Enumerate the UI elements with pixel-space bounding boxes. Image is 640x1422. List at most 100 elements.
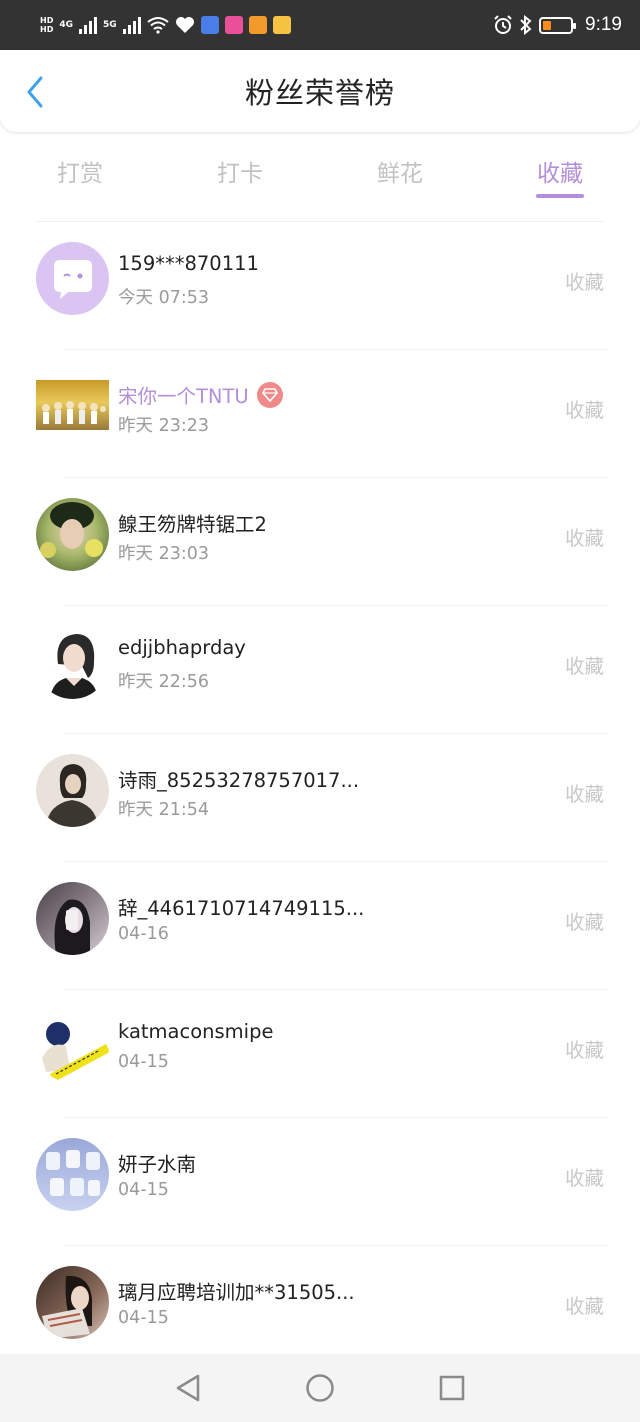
list-item[interactable]: edjjbhaprday 昨天 22:56 收藏: [0, 606, 640, 734]
user-name: 宋你一个TNTU: [118, 385, 249, 408]
health-heart-icon: [175, 17, 194, 33]
user-photo-image: [40, 502, 103, 558]
list-item[interactable]: 妍子水南 04-15 收藏: [0, 1118, 640, 1246]
battery-icon: [539, 16, 577, 34]
tab-bar: 打赏 打卡 鲜花 收藏: [0, 140, 640, 220]
nav-home-button[interactable]: [302, 1370, 338, 1406]
avatar[interactable]: [36, 242, 109, 315]
music-app-icon: [200, 16, 219, 34]
timestamp: 04-15: [118, 1180, 169, 1200]
tab-label: 打卡: [217, 161, 263, 187]
avatar[interactable]: [36, 626, 109, 699]
square-recent-icon: [439, 1375, 465, 1401]
tab-checkin[interactable]: 打卡: [160, 140, 320, 220]
user-name: 辞_4461710714749115...: [118, 897, 365, 920]
wifi-icon: [147, 17, 169, 34]
weibo-app-icon: [272, 16, 291, 34]
triangle-back-icon: [176, 1374, 200, 1402]
user-name: katmaconsmipe: [118, 1020, 274, 1043]
user-name: 妍子水南: [118, 1153, 197, 1176]
user-name-line: edjjbhaprday: [118, 636, 246, 659]
network-4g-label: 4G: [59, 20, 73, 30]
avatar[interactable]: [36, 1138, 109, 1211]
user-name-line: katmaconsmipe: [118, 1020, 273, 1043]
favorite-label: 收藏: [564, 527, 604, 550]
timestamp: 昨天 23:23: [118, 416, 209, 436]
timestamp: 04-15: [118, 1052, 169, 1072]
default-chat-avatar-icon: [54, 260, 92, 299]
user-name: 159***870111: [118, 252, 259, 275]
user-name-line: 159***870111: [118, 252, 259, 275]
timestamp: 今天 07:53: [118, 288, 209, 308]
fan-list: 159***870111 今天 07:53 收藏 宋你一个TNTU 昨天 23:…: [0, 222, 640, 1374]
nav-back-button[interactable]: [170, 1370, 206, 1406]
chevron-left-icon: [27, 76, 43, 108]
tab-favorites[interactable]: 收藏: [480, 140, 640, 220]
status-time: 9:19: [585, 14, 622, 35]
tab-tip[interactable]: 打赏: [0, 140, 160, 220]
user-name-line: 鳈王笏牌特锯工2: [118, 508, 267, 537]
avatar[interactable]: [36, 1266, 109, 1339]
favorite-label: 收藏: [564, 1167, 604, 1190]
tab-label: 打赏: [57, 161, 103, 187]
circle-home-icon: [306, 1374, 334, 1402]
list-item[interactable]: 辞_4461710714749115... 04-16 收藏: [0, 862, 640, 990]
back-button[interactable]: [20, 74, 50, 110]
favorite-label: 收藏: [564, 655, 604, 678]
timestamp: 04-16: [118, 924, 169, 944]
hd-label-2: HD: [40, 25, 54, 34]
user-name-line: 妍子水南: [118, 1148, 196, 1177]
avatar[interactable]: [36, 498, 109, 571]
list-item[interactable]: 鳈王笏牌特锯工2 昨天 23:03 收藏: [0, 478, 640, 606]
favorite-label: 收藏: [564, 911, 604, 934]
user-photo-image: [46, 1150, 100, 1196]
signal-icon: [79, 16, 97, 34]
status-bar-right: 9:19: [493, 14, 622, 36]
status-bar-left: HD HD 4G 5G: [40, 16, 291, 34]
tab-label: 收藏: [537, 161, 583, 187]
hd-label-1: HD: [40, 16, 54, 25]
bluetooth-icon: [520, 15, 532, 35]
group-photo-image: [42, 401, 106, 424]
calendar-app-icon: [224, 16, 243, 34]
user-photo-image: [46, 764, 98, 827]
user-illustration-image: [42, 1022, 109, 1082]
avatar[interactable]: [36, 380, 109, 430]
avatar[interactable]: [36, 882, 109, 955]
network-5g-label: 5G: [103, 20, 117, 30]
timestamp: 昨天 21:54: [118, 800, 209, 820]
system-nav-bar: [0, 1354, 640, 1422]
favorite-label: 收藏: [564, 783, 604, 806]
list-item[interactable]: katmaconsmipe 04-15 收藏: [0, 990, 640, 1118]
diamond-vip-icon: [256, 381, 283, 408]
favorite-label: 收藏: [564, 399, 604, 422]
alarm-icon: [494, 15, 512, 34]
header: 粉丝荣誉榜: [0, 50, 640, 132]
nav-recent-button[interactable]: [434, 1370, 470, 1406]
user-illustration-image: [50, 634, 98, 699]
avatar[interactable]: [36, 1010, 109, 1083]
favorite-label: 收藏: [564, 1039, 604, 1062]
timestamp: 昨天 23:03: [118, 544, 209, 564]
tab-flowers[interactable]: 鲜花: [320, 140, 480, 220]
active-tab-indicator: [536, 194, 584, 198]
favorite-label: 收藏: [564, 1295, 604, 1318]
timestamp: 04-15: [118, 1308, 169, 1328]
list-item[interactable]: 诗雨_85253278757017... 昨天 21:54 收藏: [0, 734, 640, 862]
user-photo-image: [42, 1275, 92, 1339]
user-name-line: 辞_4461710714749115...: [118, 892, 364, 921]
user-name-line: 诗雨_85253278757017...: [118, 764, 359, 793]
signal-icon: [122, 16, 141, 34]
user-name: edjjbhaprday: [118, 636, 246, 659]
user-photo-image: [54, 899, 90, 955]
list-item[interactable]: 159***870111 今天 07:53 收藏: [0, 222, 640, 350]
timestamp: 昨天 22:56: [118, 672, 209, 692]
user-name: 诗雨_85253278757017...: [118, 769, 360, 792]
user-name-line: 璃月应聘培训加**31505...: [118, 1276, 355, 1305]
user-name: 鳈王笏牌特锯工2: [118, 513, 267, 536]
user-name-line: 宋你一个TNTU: [118, 380, 283, 409]
hd-indicator: HD HD: [40, 16, 53, 34]
list-item[interactable]: 宋你一个TNTU 昨天 23:23 收藏: [0, 350, 640, 478]
avatar[interactable]: [36, 754, 109, 827]
favorite-label: 收藏: [564, 271, 604, 294]
